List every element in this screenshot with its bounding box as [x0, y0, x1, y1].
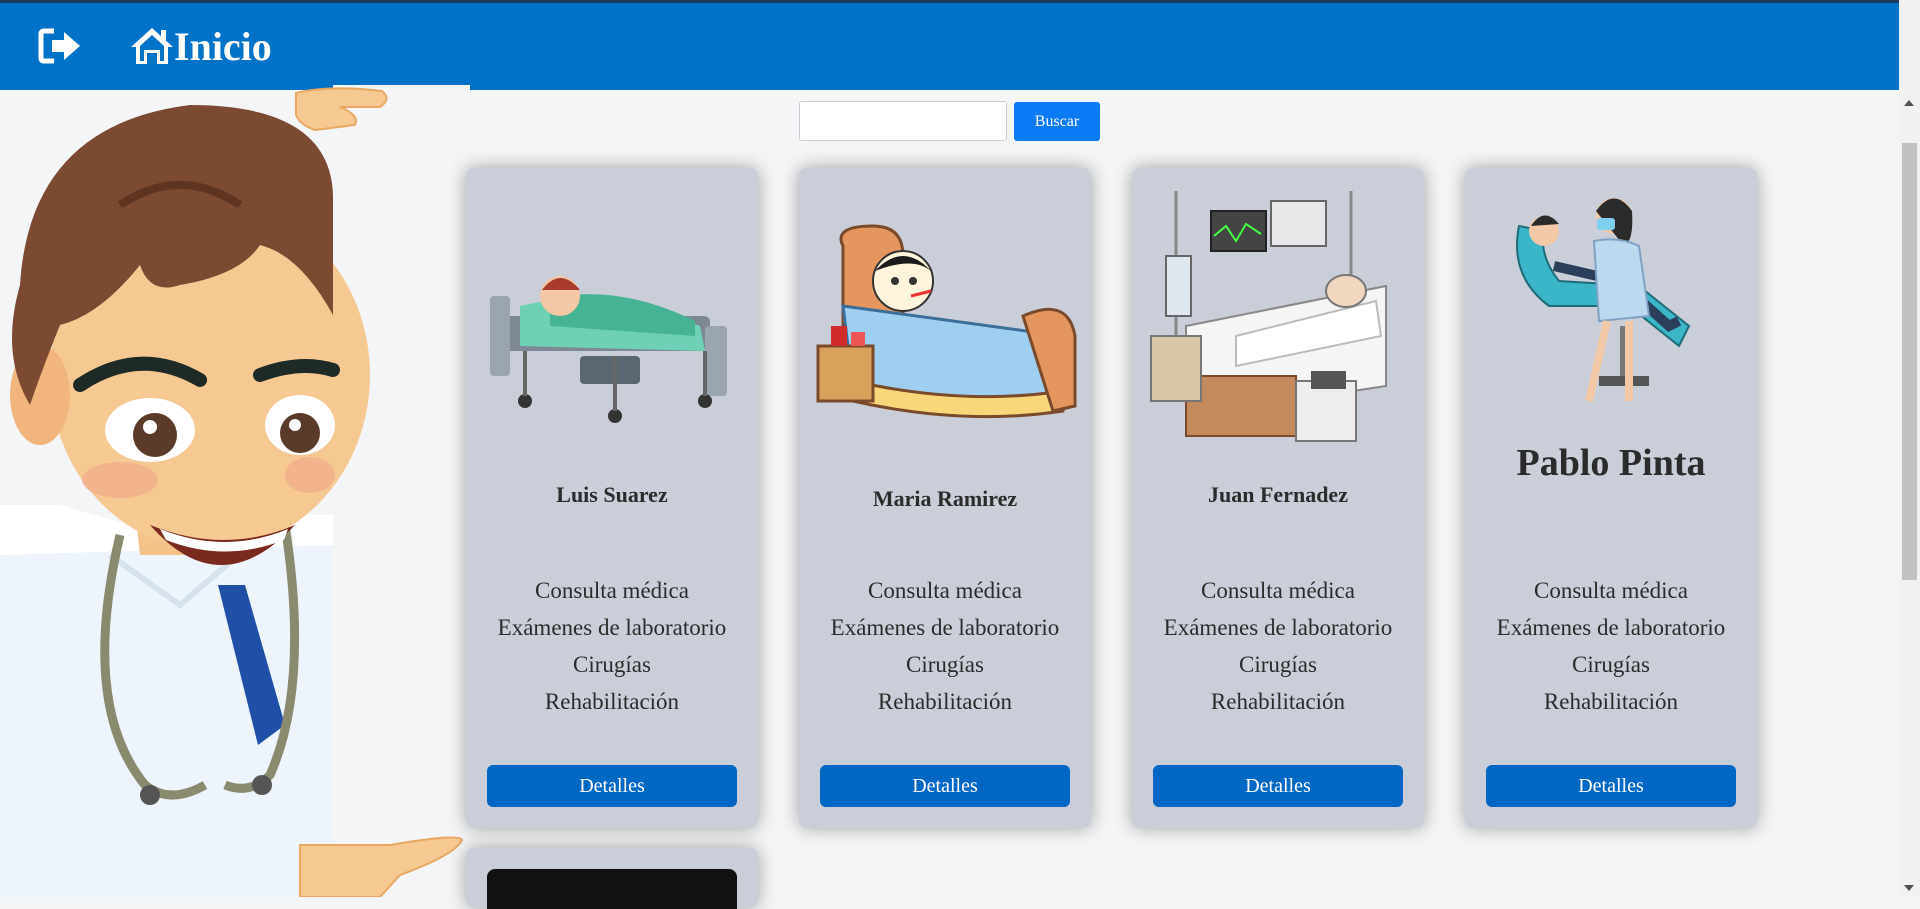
service-item: Exámenes de laboratorio — [830, 615, 1060, 640]
patient-card: Luis Suarez Consulta médica Exámenes de … — [466, 168, 758, 828]
patient-image — [487, 869, 737, 909]
doctor-illustration — [0, 85, 470, 898]
patient-name: Juan Fernadez — [1208, 482, 1348, 507]
details-button[interactable]: Detalles — [1153, 765, 1403, 807]
patient-card: Juan Fernadez Consulta médica Exámenes d… — [1132, 168, 1424, 828]
patient-card: Maria Ramirez Consulta médica Exámenes d… — [799, 168, 1091, 828]
details-button[interactable]: Detalles — [1486, 765, 1736, 807]
service-item: Consulta médica — [1201, 578, 1355, 603]
scroll-up-arrow-icon[interactable] — [1904, 100, 1914, 106]
service-item: Rehabilitación — [1543, 689, 1679, 714]
child-in-hospital-bed-image — [480, 186, 744, 446]
service-item: Rehabilitación — [1210, 689, 1346, 714]
service-item: Exámenes de laboratorio — [1496, 615, 1726, 640]
service-item: Rehabilitación — [544, 689, 680, 714]
services-list: Consulta médica Exámenes de laboratorio … — [1132, 572, 1424, 720]
logout-icon[interactable] — [38, 27, 84, 65]
elderly-patient-icu-image — [1146, 186, 1410, 446]
service-item: Cirugías — [1572, 652, 1650, 677]
search-input[interactable] — [799, 101, 1007, 141]
scrollbar-thumb[interactable] — [1902, 143, 1917, 580]
service-item: Consulta médica — [1534, 578, 1688, 603]
service-item: Consulta médica — [535, 578, 689, 603]
scroll-down-arrow-icon[interactable] — [1904, 885, 1914, 891]
services-list: Consulta médica Exámenes de laboratorio … — [466, 572, 758, 720]
dentist-patient-image — [1479, 186, 1743, 446]
patient-name: Pablo Pinta — [1516, 442, 1706, 484]
services-list: Consulta médica Exámenes de laboratorio … — [1465, 572, 1757, 720]
services-list: Consulta médica Exámenes de laboratorio … — [799, 572, 1091, 720]
patient-card-partial — [466, 848, 758, 909]
home-link[interactable]: Inicio — [174, 23, 272, 70]
service-item: Exámenes de laboratorio — [497, 615, 727, 640]
search-button[interactable]: Buscar — [1014, 102, 1100, 141]
details-button[interactable]: Detalles — [487, 765, 737, 807]
service-item: Cirugías — [906, 652, 984, 677]
patient-name: Luis Suarez — [556, 482, 668, 507]
service-item: Cirugías — [1239, 652, 1317, 677]
patient-card: Pablo Pinta Consulta médica Exámenes de … — [1465, 168, 1757, 828]
service-item: Rehabilitación — [877, 689, 1013, 714]
vertical-scrollbar[interactable] — [1899, 0, 1920, 897]
service-item: Exámenes de laboratorio — [1163, 615, 1393, 640]
details-button[interactable]: Detalles — [820, 765, 1070, 807]
service-item: Consulta médica — [868, 578, 1022, 603]
navbar: Inicio — [0, 3, 1899, 90]
service-item: Cirugías — [573, 652, 651, 677]
home-icon[interactable] — [129, 26, 175, 66]
patient-name: Maria Ramirez — [872, 486, 1018, 511]
sick-boy-in-bed-image — [813, 186, 1077, 446]
